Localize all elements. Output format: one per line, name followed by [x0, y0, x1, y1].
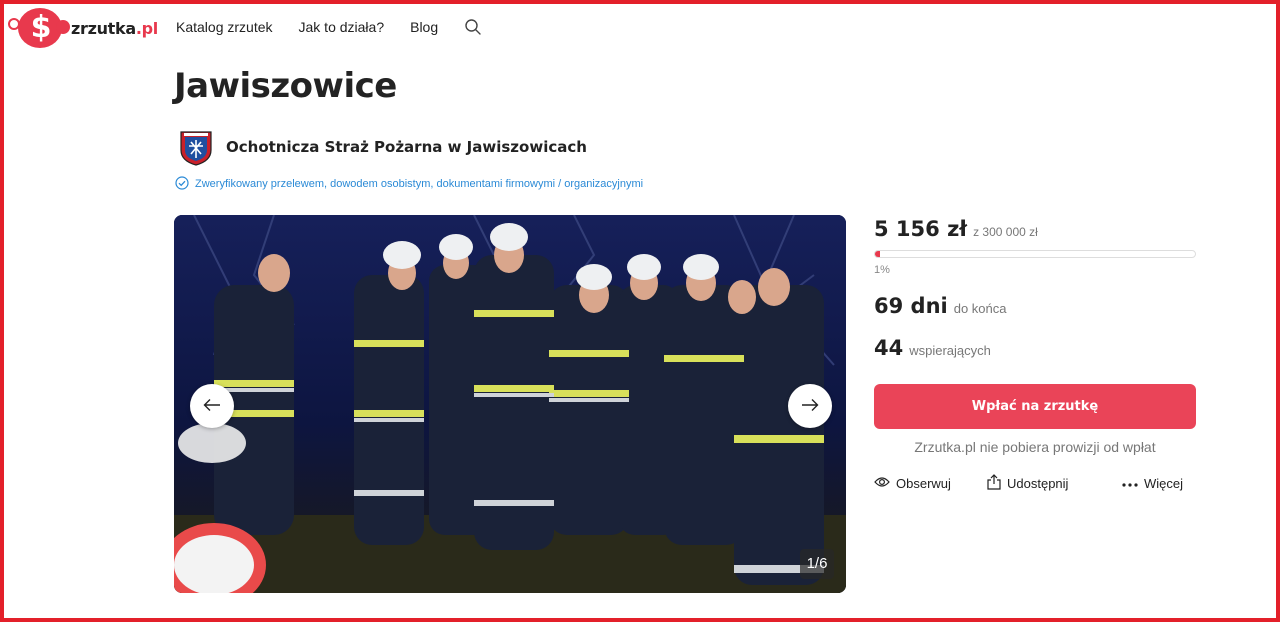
action-bar: Obserwuj Udostępnij Więcej: [874, 472, 1196, 494]
watch-label: Obserwuj: [896, 475, 951, 491]
more-label: Więcej: [1144, 475, 1184, 491]
arrow-right-icon: [801, 397, 819, 416]
supporters: 44 wspierających: [874, 336, 991, 366]
organizer-name: Ochotnicza Straż Pożarna w Jawiszowicach: [226, 138, 587, 156]
logo[interactable]: $ zrzutka.pl: [8, 4, 158, 52]
progress-fill: [875, 251, 881, 257]
share-icon: [987, 473, 1007, 493]
share-label: Udostępnij: [1007, 475, 1069, 491]
days-value: 69 dni: [874, 294, 948, 318]
fire-brigade-badge-icon: [178, 128, 214, 166]
nav-item-catalog[interactable]: Katalog zrzutek: [176, 19, 273, 35]
funding-panel: 5 156 zł z 300 000 zł 1% 69 dni do końca…: [874, 215, 1196, 515]
days-label: do końca: [953, 301, 1007, 316]
more-button[interactable]: Więcej: [1122, 472, 1183, 494]
supporters-label: wspierających: [909, 343, 991, 358]
watch-button[interactable]: Obserwuj: [874, 472, 951, 494]
organizer[interactable]: Ochotnicza Straż Pożarna w Jawiszowicach: [178, 127, 587, 167]
no-fee-note: Zrzutka.pl nie pobiera prowizji od wpłat: [914, 439, 1156, 455]
supporters-value: 44: [874, 336, 904, 360]
search-icon[interactable]: [464, 18, 482, 36]
page-title: Jawiszowice: [174, 66, 397, 106]
progress-bar: [874, 250, 1196, 258]
firefighters-photo: [174, 215, 846, 593]
more-dots-icon: [1122, 476, 1144, 491]
verification-text: Zweryfikowany przelewem, dowodem osobist…: [195, 178, 644, 190]
raised-amount: 5 156 zł z 300 000 zł: [874, 217, 1038, 245]
arrow-left-icon: [203, 397, 221, 416]
check-circle-icon: [175, 175, 189, 194]
verification-info: Zweryfikowany przelewem, dowodem osobist…: [175, 175, 644, 194]
gallery-next-button[interactable]: [788, 384, 832, 428]
gallery-prev-button[interactable]: [190, 384, 234, 428]
days-left: 69 dni do końca: [874, 294, 1006, 324]
pay-button[interactable]: Wpłać na zrzutkę: [874, 384, 1196, 429]
site-header: $ zrzutka.pl Katalog zrzutek Jak to dzia…: [0, 0, 1280, 56]
raised-value: 5 156 zł: [874, 217, 968, 241]
photo-gallery[interactable]: 1/6: [174, 215, 846, 593]
share-button[interactable]: Udostępnij: [987, 472, 1068, 494]
goal-value: z 300 000 zł: [973, 225, 1038, 239]
progress-percent: 1%: [874, 264, 890, 276]
nav-item-blog[interactable]: Blog: [410, 19, 438, 35]
logo-text: zrzutka.pl: [70, 18, 158, 38]
piggy-logo-icon: $: [8, 6, 70, 50]
main-nav: Katalog zrzutek Jak to działa? Blog: [176, 16, 482, 38]
eye-icon: [874, 476, 896, 491]
gallery-counter: 1/6: [800, 549, 834, 579]
nav-item-how-it-works[interactable]: Jak to działa?: [299, 19, 385, 35]
